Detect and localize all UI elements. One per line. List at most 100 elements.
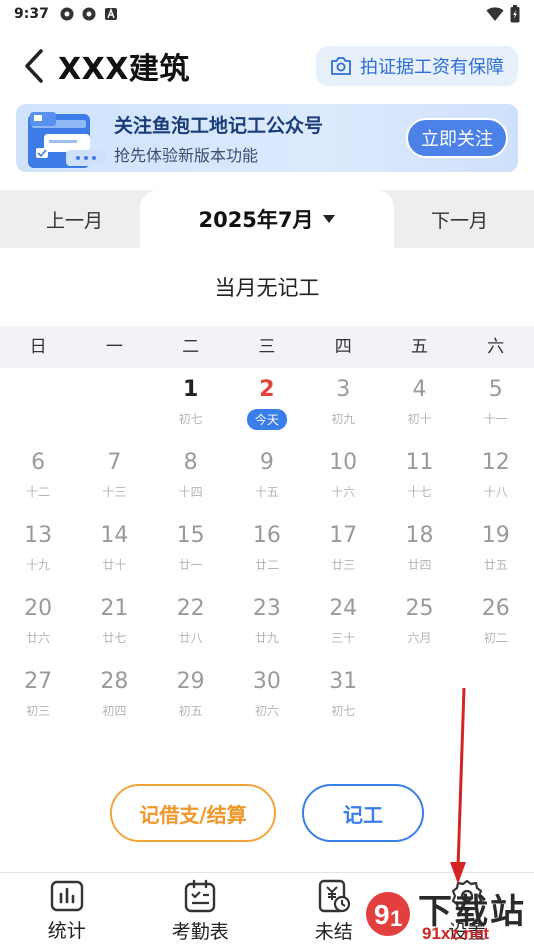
page-title: XXX建筑 [58, 52, 190, 87]
calendar-day-cell[interactable]: 9 十五 [229, 441, 305, 514]
calendar-week-row: 20 廿六 21 廿七 22 廿八 23 廿九 24 三十 25 六月 26 初二 [0, 587, 534, 660]
back-button[interactable] [16, 44, 52, 88]
lunar-date: 十二 [26, 485, 51, 499]
nav-item-unsettled[interactable]: 未结 [267, 873, 401, 950]
header: XXX建筑 拍证据工资有保障 [0, 36, 534, 96]
calendar-day-cell[interactable]: 28 初四 [76, 660, 152, 733]
caret-down-icon [322, 215, 335, 223]
lunar-date: 十八 [483, 485, 508, 499]
calendar-day-cell[interactable]: 21 廿七 [76, 587, 152, 660]
day-number: 26 [481, 596, 510, 621]
weekday-label: 五 [410, 337, 428, 357]
calendar-day-cell[interactable]: 17 廿三 [305, 514, 381, 587]
calendar-day-cell[interactable]: 11 十七 [381, 441, 457, 514]
calendar-day-cell[interactable]: 3 初九 [305, 368, 381, 441]
today-badge: 今天 [246, 409, 287, 430]
lunar-date: 廿六 [26, 631, 51, 645]
lunar-date: 三十 [331, 631, 356, 645]
bar-chart-icon [50, 880, 83, 912]
lunar-date: 十一 [483, 412, 508, 426]
calendar-day-cell[interactable]: 1 初七 [153, 368, 229, 441]
calendar-day-cell[interactable]: 25 六月 [381, 587, 457, 660]
month-summary: 当月无记工 [214, 276, 320, 300]
lunar-date: 廿一 [178, 558, 203, 572]
day-number: 21 [100, 596, 129, 621]
calendar-day-cell[interactable]: 13 十九 [0, 514, 76, 587]
day-number: 20 [24, 596, 53, 621]
calendar-empty-cell [76, 368, 152, 441]
checklist-icon [185, 879, 216, 913]
day-number: 9 [259, 450, 274, 475]
calendar-grid: 1 初七 2 今天 3 初九 4 初十 5 十一 6 十二 7 十三 8 十四 9 十五 10 十六… [0, 368, 534, 733]
lunar-date: 廿四 [407, 558, 432, 572]
banner-text: 关注鱼泡工地记工公众号 抢先体验新版本功能 [108, 111, 406, 166]
day-number: 12 [481, 450, 510, 475]
day-number: 5 [488, 377, 503, 402]
calendar-day-cell[interactable]: 14 廿十 [76, 514, 152, 587]
calendar-day-cell[interactable]: 24 三十 [305, 587, 381, 660]
weekday-label: 六 [487, 337, 505, 357]
day-number: 14 [100, 523, 129, 548]
calendar-day-cell[interactable]: 5 十一 [458, 368, 534, 441]
calendar-week-row: 1 初七 2 今天 3 初九 4 初十 5 十一 [0, 368, 534, 441]
calendar-day-cell[interactable]: 27 初三 [0, 660, 76, 733]
gear-notification-icon [82, 7, 96, 21]
calendar-day-cell[interactable]: 23 廿九 [229, 587, 305, 660]
prev-month-button[interactable]: 上一月 [46, 190, 103, 248]
follow-button[interactable]: 立即关注 [406, 118, 508, 158]
calendar-day-cell[interactable]: 19 廿五 [458, 514, 534, 587]
calendar-day-cell[interactable]: 22 廿八 [153, 587, 229, 660]
month-picker[interactable]: 2025年7月 [140, 190, 394, 248]
day-number: 10 [329, 450, 358, 475]
lunar-date: 六月 [407, 631, 432, 645]
lunar-date: 十六 [331, 485, 356, 499]
calendar-day-cell[interactable]: 29 初五 [153, 660, 229, 733]
lunar-date: 十九 [26, 558, 51, 572]
next-month-button[interactable]: 下一月 [431, 190, 488, 248]
lunar-date: 初四 [102, 704, 127, 718]
record-advance-settlement-button[interactable]: 记借支/结算 [110, 784, 276, 842]
calendar-day-cell[interactable]: 8 十四 [153, 441, 229, 514]
calendar-day-cell[interactable]: 26 初二 [458, 587, 534, 660]
lunar-date: 十四 [178, 485, 203, 499]
weekday-label: 一 [105, 337, 123, 357]
banner-title: 关注鱼泡工地记工公众号 [114, 114, 324, 137]
day-number: 17 [329, 523, 358, 548]
calendar-day-cell[interactable]: 4 初十 [381, 368, 457, 441]
nav-label: 未结 [314, 921, 353, 943]
calendar-empty-cell [381, 660, 457, 733]
weekday-label: 二 [182, 337, 200, 357]
calendar-day-cell[interactable]: 7 十三 [76, 441, 152, 514]
day-number: 1 [183, 377, 199, 402]
month-navigation: 上一月 2025年7月 下一月 [0, 190, 534, 248]
calendar-day-cell[interactable]: 6 十二 [0, 441, 76, 514]
lunar-date: 初七 [178, 412, 203, 426]
gear-notification-icon [60, 7, 74, 21]
record-work-button[interactable]: 记工 [302, 784, 424, 842]
nav-item-settings[interactable]: 设置 [401, 873, 534, 950]
calendar-week-row: 13 十九 14 廿十 15 廿一 16 廿二 17 廿三 18 廿四 19 廿五 [0, 514, 534, 587]
calendar-day-cell[interactable]: 15 廿一 [153, 514, 229, 587]
evidence-guarantee-button[interactable]: 拍证据工资有保障 [316, 46, 518, 86]
gear-icon [452, 879, 483, 913]
nav-item-statistics[interactable]: 统计 [0, 873, 134, 950]
calendar-week-row: 27 初三 28 初四 29 初五 30 初六 31 初七 [0, 660, 534, 733]
calendar-day-cell[interactable]: 12 十八 [458, 441, 534, 514]
follow-banner[interactable]: 关注鱼泡工地记工公众号 抢先体验新版本功能 立即关注 [16, 104, 518, 172]
calendar-day-cell[interactable]: 20 廿六 [0, 587, 76, 660]
calendar-day-cell[interactable]: 30 初六 [229, 660, 305, 733]
calendar-day-cell[interactable]: 10 十六 [305, 441, 381, 514]
nav-label: 统计 [47, 920, 86, 942]
day-number: 22 [176, 596, 205, 621]
calendar-day-cell[interactable]: 18 廿四 [381, 514, 457, 587]
day-number: 29 [176, 669, 205, 694]
nav-item-attendance[interactable]: 考勤表 [134, 873, 268, 950]
calendar-today-cell[interactable]: 2 今天 [229, 368, 305, 441]
banner-illustration [16, 104, 108, 172]
calendar-empty-cell [458, 660, 534, 733]
day-number: 28 [100, 669, 129, 694]
calendar-day-cell[interactable]: 31 初七 [305, 660, 381, 733]
calendar-day-cell[interactable]: 16 廿二 [229, 514, 305, 587]
status-time: 9:37 [14, 6, 49, 22]
lunar-date: 十五 [254, 485, 279, 499]
